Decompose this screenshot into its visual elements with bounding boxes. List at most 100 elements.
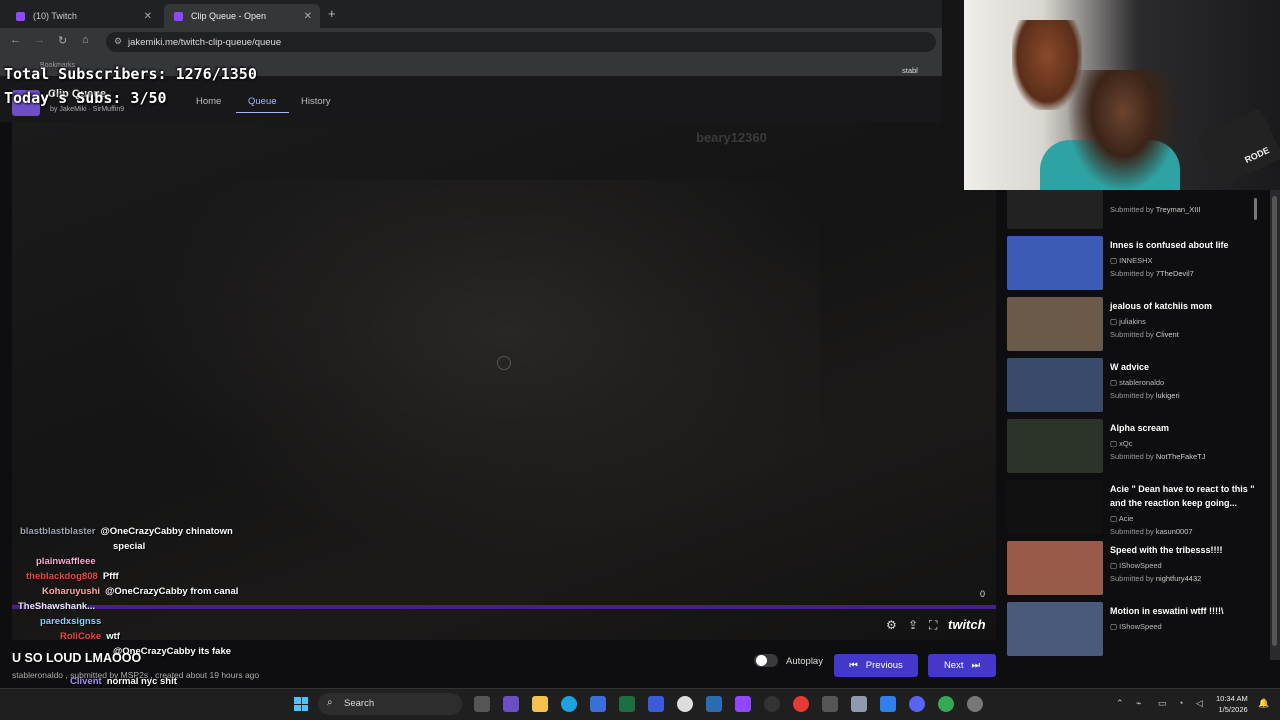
- next-button[interactable]: Next ⏭: [928, 654, 996, 677]
- chrome-icon[interactable]: [938, 696, 954, 712]
- settings-icon[interactable]: [967, 696, 983, 712]
- chat-message: blastblastblaster @OneCrazyCabby chinatow…: [20, 526, 233, 537]
- queue-item-channel: ▢ stableronaldo: [1110, 378, 1164, 387]
- tray-chevron-icon[interactable]: ⌃: [1116, 698, 1124, 709]
- channel-name: INNESHX: [1119, 256, 1153, 265]
- edge-icon[interactable]: [561, 696, 577, 712]
- file-explorer-icon[interactable]: [532, 696, 548, 712]
- chat-username: blastblastblaster: [20, 526, 96, 537]
- channel-name: stableronaldo: [1119, 378, 1165, 387]
- chat-message: theblackdog808 Pfff: [26, 571, 119, 582]
- queue-item-title[interactable]: Speed with the tribesss!!!!: [1110, 543, 1260, 557]
- chrome-alt-icon[interactable]: [793, 696, 809, 712]
- next-label: Next: [943, 660, 964, 671]
- chat-message: plainwaffleee: [36, 556, 101, 567]
- chat-message: paredxsignss: [40, 616, 106, 627]
- submitted-prefix: Submitted by: [1110, 330, 1156, 339]
- queue-item-title[interactable]: Motion in eswatini wtff !!!!\: [1110, 604, 1260, 618]
- store-icon[interactable]: [590, 696, 606, 712]
- nav-history[interactable]: History: [301, 96, 331, 107]
- notification-bell-icon[interactable]: 🔔: [1258, 698, 1269, 709]
- twitch-logo[interactable]: twitch: [948, 617, 986, 632]
- taskbar-search-label: Search: [344, 698, 375, 709]
- channel-name: xQc: [1119, 439, 1133, 448]
- windows-start-icon[interactable]: [294, 697, 308, 711]
- previous-button[interactable]: ⏮ Previous: [834, 654, 918, 677]
- submitter-name: nightfury4432: [1155, 574, 1202, 583]
- back-icon[interactable]: ←: [10, 34, 21, 46]
- close-tab-icon[interactable]: ✕: [144, 11, 152, 22]
- address-input[interactable]: ⚙ jakemiki.me/twitch-clip-queue/queue: [106, 32, 936, 52]
- obs-icon[interactable]: [764, 696, 780, 712]
- settings-gear-icon[interactable]: ⚙: [886, 618, 897, 632]
- clip-title: U SO LOUD LMAOOO: [12, 651, 142, 665]
- tab-twitch[interactable]: (10) Twitch ✕: [6, 4, 160, 28]
- submitter-name: Treyman_XIII: [1155, 205, 1201, 214]
- queue-item-title[interactable]: Innes is confused about life: [1110, 238, 1260, 252]
- photos-icon[interactable]: [880, 696, 896, 712]
- copilot-icon[interactable]: [503, 696, 519, 712]
- submitter-name: lukigeri: [1155, 391, 1180, 400]
- skip-forward-icon: ⏭: [971, 660, 981, 671]
- forward-icon[interactable]: →: [34, 34, 45, 46]
- battery-icon[interactable]: ▭: [1158, 698, 1167, 709]
- autoplay-label: Autoplay: [786, 656, 823, 667]
- discord-icon[interactable]: [909, 696, 925, 712]
- queue-item-submitter: Submitted by lukigeri: [1110, 391, 1180, 400]
- site-info-icon[interactable]: ⚙: [114, 36, 122, 47]
- task-view-icon[interactable]: [474, 696, 490, 712]
- submitter-name: 7TheDevil7: [1155, 269, 1194, 278]
- nav-queue[interactable]: Queue: [236, 96, 289, 113]
- search-icon: ⌕: [327, 697, 333, 708]
- volume-icon[interactable]: ◁: [1196, 698, 1203, 709]
- chat-message: TheShawshank...: [18, 601, 100, 612]
- taskbar-search[interactable]: ⌕ Search: [318, 693, 462, 715]
- page-scrollbar-thumb[interactable]: [1272, 196, 1277, 646]
- excel-icon[interactable]: [619, 696, 635, 712]
- submitted-prefix: Submitted by: [1110, 391, 1156, 400]
- clock-date: 1/5/2026: [1218, 705, 1248, 714]
- taskbar-clock[interactable]: 10:34 AM 1/5/2026: [1216, 693, 1248, 715]
- new-tab-icon[interactable]: +: [328, 6, 336, 21]
- steam-icon[interactable]: [706, 696, 722, 712]
- queue-item-thumbnail[interactable]: [1007, 602, 1103, 656]
- tab-clip-queue[interactable]: Clip Queue - Open ✕: [164, 4, 320, 28]
- windows-taskbar: [0, 688, 1280, 720]
- queue-item-thumbnail[interactable]: [1007, 480, 1103, 534]
- chat-text: special: [113, 541, 146, 552]
- home-icon[interactable]: ⌂: [82, 34, 89, 46]
- tab-label: (10) Twitch: [33, 11, 77, 21]
- network-icon[interactable]: ⌁: [1136, 698, 1141, 709]
- queue-scrollbar[interactable]: [1254, 198, 1257, 220]
- nav-home[interactable]: Home: [196, 96, 221, 107]
- submitter-name: kasun0007: [1155, 527, 1193, 536]
- queue-item-title[interactable]: Acie " Dean have to react to this " and …: [1110, 482, 1260, 510]
- queue-item-thumbnail[interactable]: [1007, 297, 1103, 351]
- queue-item-title[interactable]: jealous of katchiis mom: [1110, 299, 1260, 313]
- profile-label: stabl: [902, 66, 918, 75]
- video-progress-fill: [12, 605, 996, 609]
- ccleaner-icon[interactable]: [677, 696, 693, 712]
- channel-icon: ▢: [1110, 561, 1120, 570]
- queue-item-thumbnail[interactable]: [1007, 419, 1103, 473]
- submitted-prefix: Submitted by: [1110, 452, 1156, 461]
- app-icon[interactable]: [648, 696, 664, 712]
- app-icon-2[interactable]: [822, 696, 838, 712]
- queue-item-thumbnail[interactable]: [1007, 358, 1103, 412]
- reload-icon[interactable]: ↻: [58, 34, 67, 47]
- share-icon[interactable]: ⇪: [908, 618, 918, 632]
- chat-username: theblackdog808: [26, 571, 98, 582]
- queue-item-submitter: Submitted by Clivent: [1110, 330, 1179, 339]
- wifi-icon[interactable]: ◔: [1178, 698, 1183, 708]
- twitch-favicon-icon: [16, 11, 25, 21]
- queue-item-title[interactable]: Alpha scream: [1110, 421, 1260, 435]
- fullscreen-icon[interactable]: ⛶: [929, 618, 937, 633]
- queue-item-thumbnail[interactable]: [1007, 236, 1103, 290]
- queue-item-thumbnail[interactable]: [1007, 541, 1103, 595]
- queue-item-submitter: Submitted by nightfury4432: [1110, 574, 1201, 583]
- notepad-icon[interactable]: [851, 696, 867, 712]
- twitch-app-icon[interactable]: [735, 696, 751, 712]
- close-tab-icon[interactable]: ✕: [304, 11, 312, 22]
- channel-name: Acie: [1118, 514, 1134, 523]
- queue-item-title[interactable]: W advice: [1110, 360, 1260, 374]
